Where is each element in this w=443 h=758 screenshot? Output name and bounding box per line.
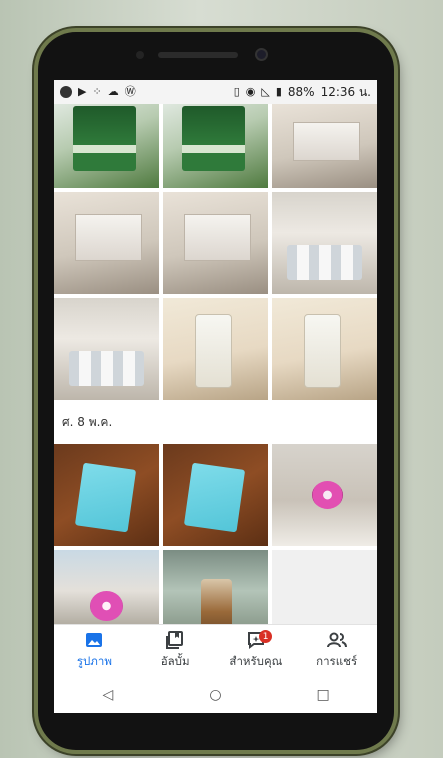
status-bar: ▶ ⁘ ☁ Ⓦ ▯ ◉ ◺ ▮ 88% 12:36 น. bbox=[54, 80, 377, 104]
photo-thumbnail[interactable] bbox=[54, 104, 159, 188]
photo-thumbnail[interactable] bbox=[163, 104, 268, 188]
home-icon[interactable]: ○ bbox=[195, 687, 235, 703]
cloud-check-icon: ☁ bbox=[107, 85, 119, 98]
photo-row bbox=[54, 298, 377, 400]
photo-thumbnail[interactable] bbox=[163, 550, 268, 624]
photos-icon bbox=[83, 631, 105, 649]
photo-thumbnail[interactable] bbox=[272, 104, 377, 188]
clock: 12:36 น. bbox=[320, 84, 371, 99]
nav-photos[interactable]: รูปภาพ bbox=[54, 625, 135, 676]
wordpress-icon: Ⓦ bbox=[124, 85, 136, 98]
earpiece bbox=[158, 52, 238, 58]
notification-badge: 1 bbox=[259, 630, 273, 643]
empty-grid-cell bbox=[272, 550, 377, 624]
bottom-navigation: รูปภาพ อัลบั้ม 1 สำหรับคุณ การแชร์ bbox=[54, 624, 377, 676]
date-header: ศ. 8 พ.ค. bbox=[54, 400, 377, 444]
sharing-icon bbox=[326, 631, 348, 649]
nav-for-you[interactable]: 1 สำหรับคุณ bbox=[216, 625, 297, 676]
nav-sharing[interactable]: การแชร์ bbox=[296, 625, 377, 676]
photo-grid[interactable]: ศ. 8 พ.ค. bbox=[54, 104, 377, 624]
proximity-sensor bbox=[136, 51, 144, 59]
photo-thumbnail[interactable] bbox=[272, 298, 377, 400]
albums-icon bbox=[164, 630, 186, 649]
photo-thumbnail[interactable] bbox=[163, 444, 268, 546]
notification-dot-icon bbox=[60, 86, 72, 98]
nav-albums[interactable]: อัลบั้ม bbox=[135, 625, 216, 676]
photo-row bbox=[54, 192, 377, 294]
phone-screen: ▶ ⁘ ☁ Ⓦ ▯ ◉ ◺ ▮ 88% 12:36 น. ศ. 8 พ.ค. ร… bbox=[54, 80, 377, 713]
nav-label: สำหรับคุณ bbox=[229, 653, 283, 668]
battery-icon: ▮ bbox=[275, 85, 282, 98]
photo-row bbox=[54, 550, 377, 624]
vibrate-icon: ▯ bbox=[233, 85, 240, 98]
play-icon: ▶ bbox=[78, 85, 87, 98]
photo-thumbnail[interactable] bbox=[54, 192, 159, 294]
photo-thumbnail[interactable] bbox=[163, 192, 268, 294]
recents-icon[interactable]: □ bbox=[303, 687, 343, 703]
photo-thumbnail[interactable] bbox=[54, 298, 159, 400]
battery-percent: 88% bbox=[287, 85, 315, 99]
photo-thumbnail[interactable] bbox=[272, 192, 377, 294]
photo-thumbnail[interactable] bbox=[272, 444, 377, 546]
no-signal-icon: ◺ bbox=[261, 85, 270, 98]
photo-thumbnail[interactable] bbox=[54, 550, 159, 624]
photo-row bbox=[54, 104, 377, 188]
photo-row bbox=[54, 444, 377, 546]
back-icon[interactable]: ◁ bbox=[88, 687, 128, 703]
photo-thumbnail[interactable] bbox=[54, 444, 159, 546]
system-navigation-bar: ◁ ○ □ bbox=[54, 676, 377, 713]
wifi-icon: ◉ bbox=[245, 85, 256, 98]
dots-icon: ⁘ bbox=[92, 85, 102, 98]
photo-thumbnail[interactable] bbox=[163, 298, 268, 400]
nav-label: การแชร์ bbox=[316, 653, 358, 668]
nav-label: อัลบั้ม bbox=[160, 653, 190, 668]
front-camera bbox=[255, 48, 268, 61]
nav-label: รูปภาพ bbox=[76, 653, 112, 668]
